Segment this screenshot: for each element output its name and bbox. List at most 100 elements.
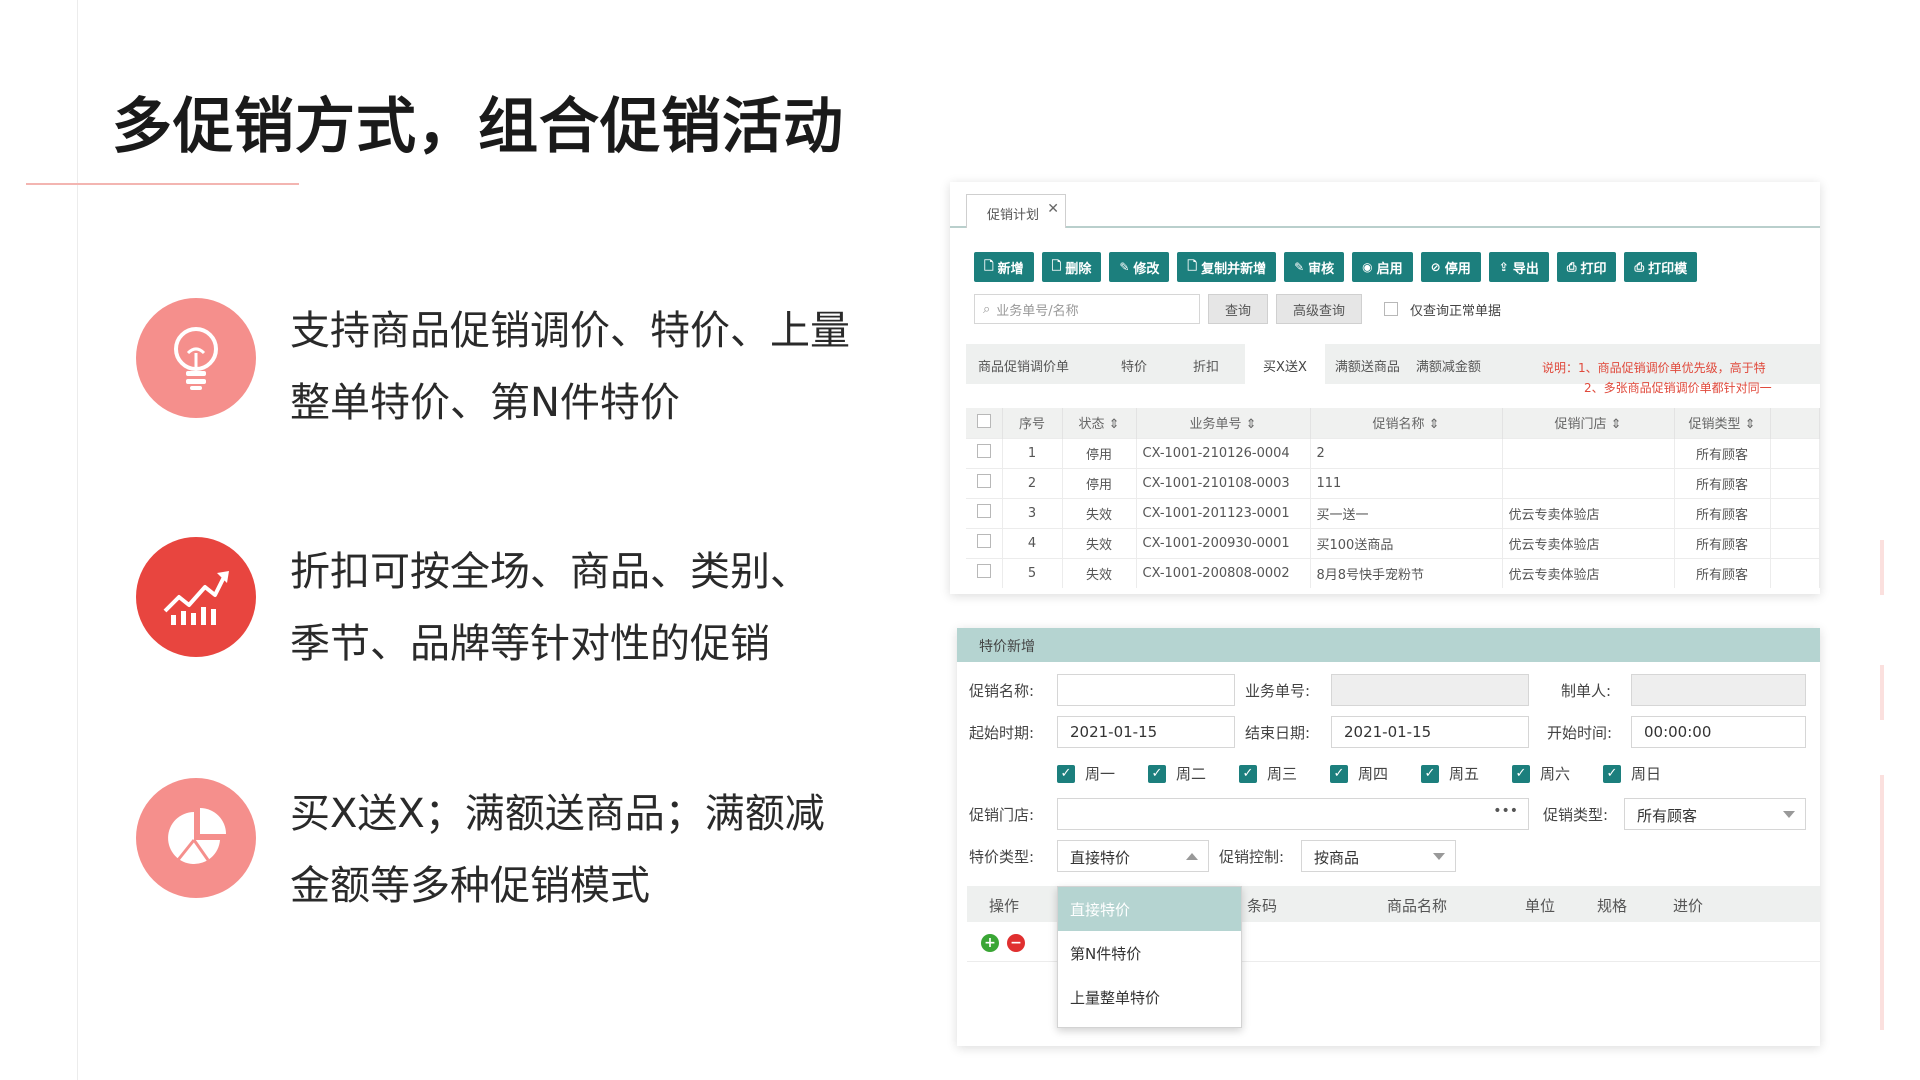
tab-full-reduce[interactable]: 满额减金额: [1408, 344, 1489, 384]
form-header: 特价新增: [957, 628, 1820, 662]
start-date-label-text: 起始时期: [969, 724, 1030, 742]
deco-bar: [1880, 775, 1884, 1030]
table-row[interactable]: 5 失效 CX-1001-200808-0002 8月8号快手宠粉节 优云专卖体…: [966, 557, 1820, 588]
table-row[interactable]: 4 失效 CX-1001-200930-0001 买100送商品 优云专卖体验店…: [966, 527, 1820, 558]
tab-price-adjust[interactable]: 商品促销调价单: [966, 344, 1081, 384]
checkbox-checked-icon[interactable]: ✓: [1148, 764, 1166, 783]
promo-name-label: 促销名称:: [969, 682, 1035, 700]
feature-text-2: 折扣可按全场、商品、类别、 季节、品牌等针对性的促销: [290, 536, 890, 680]
table-row[interactable]: 2 停用 CX-1001-210108-0003 111 所有顾客: [966, 467, 1820, 498]
price-type-select[interactable]: 直接特价: [1057, 840, 1209, 872]
sort-icon: ⇕: [1108, 417, 1120, 433]
row-doc-link[interactable]: CX-1001-200930-0001: [1136, 527, 1311, 558]
tab-promotion-plan[interactable]: 促销计划 ✕: [966, 194, 1066, 228]
col-promo-type[interactable]: 促销类型 ⇕: [1674, 408, 1771, 438]
option-bulk-order-price[interactable]: 上量整单特价: [1058, 975, 1241, 1019]
maker-label-text: 制单人: [1561, 682, 1607, 700]
weekday-fri[interactable]: ✓ 周五: [1421, 763, 1479, 784]
checkbox-checked-icon[interactable]: ✓: [1057, 764, 1075, 783]
table-row[interactable]: 3 失效 CX-1001-201123-0001 买一送一 优云专卖体验店 所有…: [966, 497, 1820, 528]
copy-new-button[interactable]: 🗋 复制并新增: [1177, 252, 1277, 282]
store-input[interactable]: •••: [1057, 798, 1529, 830]
start-time-input[interactable]: 00:00:00: [1631, 716, 1806, 748]
tab-buy-x-get-x[interactable]: 买X送X: [1245, 344, 1325, 384]
weekday-mon[interactable]: ✓ 周一: [1057, 763, 1115, 784]
option-nth-item-price[interactable]: 第N件特价: [1058, 931, 1241, 975]
feature-1-line-2: 整单特价、第N件特价: [290, 380, 680, 426]
row-promo-type: 所有顾客: [1674, 437, 1771, 468]
row-promo-type: 所有顾客: [1674, 467, 1771, 498]
row-checkbox[interactable]: [976, 504, 991, 518]
sort-icon: ⇕: [1428, 417, 1440, 433]
checkbox-checked-icon[interactable]: ✓: [1603, 764, 1621, 783]
row-status: 失效: [1062, 557, 1137, 588]
approve-button[interactable]: ✎ 审核: [1284, 252, 1345, 282]
toolbar-label: 修改: [1133, 261, 1160, 277]
row-doc-link[interactable]: CX-1001-200808-0002: [1136, 557, 1311, 588]
option-direct-price[interactable]: 直接特价: [1058, 887, 1241, 931]
checkbox-checked-icon[interactable]: ✓: [1421, 764, 1439, 783]
row-checkbox[interactable]: [976, 564, 991, 579]
disable-button[interactable]: ⊘ 停用: [1420, 252, 1481, 282]
col-status[interactable]: 状态 ⇕: [1062, 408, 1137, 438]
weekday-label: 周四: [1358, 765, 1389, 783]
enable-button[interactable]: ◉ 启用: [1352, 252, 1413, 282]
title-underline: [26, 183, 299, 185]
checkbox-checked-icon[interactable]: ✓: [1330, 764, 1348, 783]
remove-row-icon[interactable]: −: [1007, 934, 1025, 952]
promo-name-input[interactable]: [1057, 674, 1235, 706]
promo-type-select[interactable]: 所有顾客: [1624, 798, 1806, 830]
weekday-thu[interactable]: ✓ 周四: [1330, 763, 1388, 784]
checkbox-checked-icon[interactable]: ✓: [1239, 764, 1257, 783]
feature-text-3: 买X送X；满额送商品；满额减 金额等多种促销模式: [290, 778, 890, 922]
end-date-input[interactable]: 2021-01-15: [1331, 716, 1529, 748]
toolbar-label: 审核: [1308, 261, 1335, 277]
weekday-sun[interactable]: ✓ 周日: [1603, 763, 1661, 784]
col-store[interactable]: 促销门店 ⇕: [1502, 408, 1675, 438]
select-all-cell: [966, 408, 1003, 438]
export-button[interactable]: ⇪ 导出: [1488, 252, 1549, 282]
only-normal-label: 仅查询正常单据: [1410, 303, 1502, 319]
store-label-text: 促销门店: [969, 806, 1030, 824]
row-doc-link[interactable]: CX-1001-201123-0001: [1136, 497, 1311, 528]
tab-discount[interactable]: 折扣: [1167, 344, 1245, 384]
print-template-button[interactable]: ⎙ 打印模: [1624, 252, 1698, 282]
more-icon[interactable]: •••: [1493, 803, 1518, 819]
search-input[interactable]: ⌕ 业务单号/名称: [974, 294, 1200, 324]
sort-icon: ⇕: [1744, 417, 1756, 433]
row-doc-link[interactable]: CX-1001-210108-0003: [1136, 467, 1311, 498]
add-row-icon[interactable]: +: [981, 934, 999, 952]
row-checkbox[interactable]: [976, 474, 991, 488]
start-date-input[interactable]: 2021-01-15: [1057, 716, 1235, 748]
row-select-cell: [966, 557, 1003, 588]
weekday-wed[interactable]: ✓ 周三: [1239, 763, 1297, 784]
col-promo-name[interactable]: 促销名称 ⇕: [1310, 408, 1503, 438]
search-icon: ⌕: [983, 301, 991, 317]
print-button[interactable]: ⎙ 打印: [1556, 252, 1617, 282]
tab-full-gift[interactable]: 满额送商品: [1325, 344, 1408, 384]
row-checkbox[interactable]: [976, 534, 991, 548]
row-doc-link[interactable]: CX-1001-210126-0004: [1136, 437, 1311, 468]
close-icon[interactable]: ✕: [1047, 201, 1059, 217]
checkbox-checked-icon[interactable]: ✓: [1512, 764, 1530, 783]
only-normal-checkbox[interactable]: [1384, 302, 1399, 316]
row-promo-type: 所有顾客: [1674, 557, 1771, 588]
table-row[interactable]: 1 停用 CX-1001-210126-0004 2 所有顾客: [966, 437, 1820, 468]
col-status-label: 状态: [1078, 417, 1105, 433]
control-select[interactable]: 按商品: [1301, 840, 1456, 872]
advanced-query-button[interactable]: 高级查询: [1276, 294, 1363, 324]
weekday-sat[interactable]: ✓ 周六: [1512, 763, 1570, 784]
weekday-tue[interactable]: ✓ 周二: [1148, 763, 1206, 784]
edit-button[interactable]: ✎ 修改: [1109, 252, 1170, 282]
delete-button[interactable]: 🗋 删除: [1041, 252, 1102, 282]
tab-special-price[interactable]: 特价: [1081, 344, 1167, 384]
select-all-checkbox[interactable]: [976, 413, 991, 428]
weekday-label: 周六: [1540, 765, 1571, 783]
approve-icon: ✎: [1294, 260, 1305, 274]
row-no: 4: [1002, 527, 1063, 558]
row-checkbox[interactable]: [976, 444, 991, 458]
promotion-plan-screenshot: 促销计划 ✕ 🗋 新增 🗋 删除 ✎ 修改 🗋 复制并新增 ✎ 审核 ◉ 启用 ⊘ 停用 ⇪ 导…: [950, 182, 1820, 594]
col-doc-no[interactable]: 业务单号 ⇕: [1136, 408, 1311, 438]
query-button[interactable]: 查询: [1208, 294, 1269, 324]
new-button[interactable]: 🗋 新增: [974, 252, 1034, 282]
